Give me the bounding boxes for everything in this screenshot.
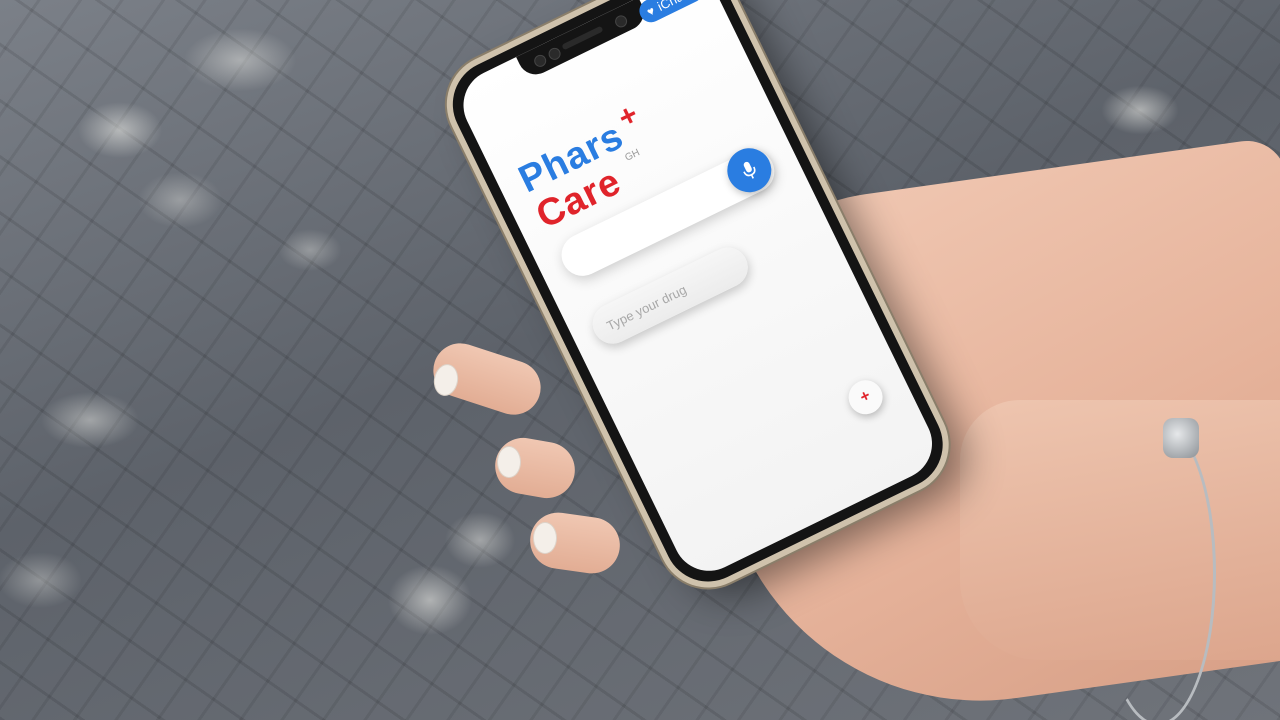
front-camera-icon — [613, 13, 630, 30]
add-button[interactable]: + — [842, 374, 889, 420]
bracelet — [1100, 420, 1216, 720]
phone-notch — [516, 0, 650, 81]
ichare-label: iChare — [655, 0, 696, 14]
camera-icon — [532, 52, 549, 69]
microphone-icon — [743, 161, 756, 179]
fingernail — [533, 522, 557, 554]
ichare-button[interactable]: ♥ iChare — [635, 0, 707, 27]
plus-icon: + — [857, 387, 874, 407]
app-screen: ♥ iChare Phars + Care GH — [451, 0, 945, 583]
speaker-grill — [561, 25, 604, 51]
fingernail — [497, 446, 521, 478]
bracelet-charm — [1163, 418, 1199, 458]
photo-background: ♥ iChare Phars + Care GH — [0, 0, 1280, 720]
sensor-icon — [546, 45, 563, 62]
heart-icon: ♥ — [644, 3, 657, 19]
